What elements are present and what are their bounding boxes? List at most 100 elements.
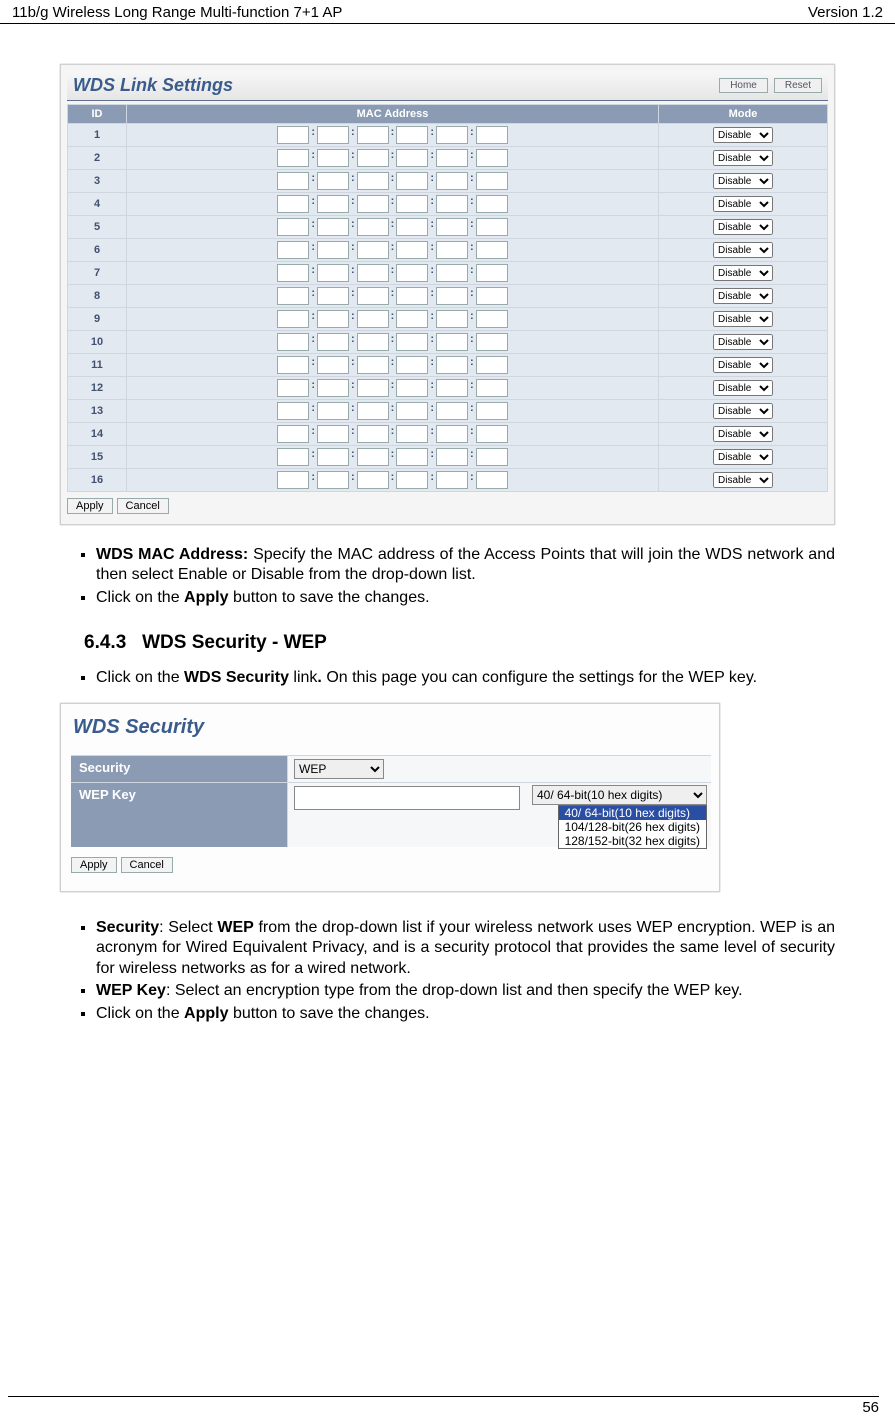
- mac-octet-input[interactable]: [476, 402, 508, 420]
- mac-octet-input[interactable]: [357, 356, 389, 374]
- cancel-button[interactable]: Cancel: [117, 498, 169, 514]
- mac-octet-input[interactable]: [396, 402, 428, 420]
- mac-octet-input[interactable]: [436, 149, 468, 167]
- mac-octet-input[interactable]: [476, 218, 508, 236]
- mac-octet-input[interactable]: [436, 172, 468, 190]
- mac-octet-input[interactable]: [436, 379, 468, 397]
- mode-select[interactable]: Disable: [713, 426, 773, 442]
- mac-octet-input[interactable]: [357, 402, 389, 420]
- mac-octet-input[interactable]: [357, 241, 389, 259]
- mac-octet-input[interactable]: [317, 425, 349, 443]
- mac-octet-input[interactable]: [317, 241, 349, 259]
- mode-select[interactable]: Disable: [713, 288, 773, 304]
- mac-octet-input[interactable]: [317, 379, 349, 397]
- mac-octet-input[interactable]: [317, 402, 349, 420]
- mac-octet-input[interactable]: [476, 172, 508, 190]
- mac-octet-input[interactable]: [277, 471, 309, 489]
- mode-select[interactable]: Disable: [713, 472, 773, 488]
- mac-octet-input[interactable]: [317, 287, 349, 305]
- mode-select[interactable]: Disable: [713, 449, 773, 465]
- mac-octet-input[interactable]: [357, 264, 389, 282]
- mac-octet-input[interactable]: [476, 471, 508, 489]
- wep-type-select[interactable]: 40/ 64-bit(10 hex digits): [532, 785, 707, 805]
- mode-select[interactable]: Disable: [713, 380, 773, 396]
- mac-octet-input[interactable]: [357, 379, 389, 397]
- wep-option[interactable]: 128/152-bit(32 hex digits): [559, 834, 706, 848]
- mac-octet-input[interactable]: [476, 379, 508, 397]
- mac-octet-input[interactable]: [436, 264, 468, 282]
- mac-octet-input[interactable]: [476, 126, 508, 144]
- mode-select[interactable]: Disable: [713, 265, 773, 281]
- mac-octet-input[interactable]: [277, 448, 309, 466]
- mac-octet-input[interactable]: [277, 172, 309, 190]
- mode-select[interactable]: Disable: [713, 242, 773, 258]
- mac-octet-input[interactable]: [277, 218, 309, 236]
- mac-octet-input[interactable]: [277, 287, 309, 305]
- mac-octet-input[interactable]: [357, 310, 389, 328]
- reset-button[interactable]: Reset: [774, 78, 822, 93]
- mac-octet-input[interactable]: [317, 264, 349, 282]
- mac-octet-input[interactable]: [396, 425, 428, 443]
- mac-octet-input[interactable]: [396, 356, 428, 374]
- mac-octet-input[interactable]: [396, 126, 428, 144]
- mac-octet-input[interactable]: [396, 448, 428, 466]
- mac-octet-input[interactable]: [277, 356, 309, 374]
- mac-octet-input[interactable]: [317, 218, 349, 236]
- mac-octet-input[interactable]: [396, 149, 428, 167]
- mac-octet-input[interactable]: [277, 126, 309, 144]
- mac-octet-input[interactable]: [436, 402, 468, 420]
- mac-octet-input[interactable]: [436, 310, 468, 328]
- mac-octet-input[interactable]: [396, 218, 428, 236]
- mac-octet-input[interactable]: [277, 402, 309, 420]
- mac-octet-input[interactable]: [396, 471, 428, 489]
- mac-octet-input[interactable]: [476, 356, 508, 374]
- security-select[interactable]: WEP: [294, 759, 384, 779]
- mac-octet-input[interactable]: [357, 471, 389, 489]
- mac-octet-input[interactable]: [436, 448, 468, 466]
- wep-option[interactable]: 40/ 64-bit(10 hex digits): [559, 806, 706, 820]
- mac-octet-input[interactable]: [277, 149, 309, 167]
- mac-octet-input[interactable]: [277, 333, 309, 351]
- wep-key-input[interactable]: [294, 786, 520, 810]
- mac-octet-input[interactable]: [396, 333, 428, 351]
- mac-octet-input[interactable]: [357, 126, 389, 144]
- mac-octet-input[interactable]: [476, 287, 508, 305]
- apply-button[interactable]: Apply: [71, 857, 117, 873]
- mac-octet-input[interactable]: [396, 287, 428, 305]
- mac-octet-input[interactable]: [317, 310, 349, 328]
- mode-select[interactable]: Disable: [713, 127, 773, 143]
- mac-octet-input[interactable]: [476, 195, 508, 213]
- mac-octet-input[interactable]: [357, 172, 389, 190]
- mac-octet-input[interactable]: [317, 448, 349, 466]
- mode-select[interactable]: Disable: [713, 357, 773, 373]
- mac-octet-input[interactable]: [476, 149, 508, 167]
- mode-select[interactable]: Disable: [713, 311, 773, 327]
- mac-octet-input[interactable]: [317, 471, 349, 489]
- mac-octet-input[interactable]: [317, 195, 349, 213]
- mac-octet-input[interactable]: [277, 425, 309, 443]
- mac-octet-input[interactable]: [317, 149, 349, 167]
- mac-octet-input[interactable]: [357, 218, 389, 236]
- mac-octet-input[interactable]: [436, 333, 468, 351]
- home-button[interactable]: Home: [719, 78, 768, 93]
- mac-octet-input[interactable]: [396, 379, 428, 397]
- mac-octet-input[interactable]: [396, 264, 428, 282]
- mac-octet-input[interactable]: [357, 448, 389, 466]
- mac-octet-input[interactable]: [357, 195, 389, 213]
- mac-octet-input[interactable]: [277, 379, 309, 397]
- mac-octet-input[interactable]: [357, 425, 389, 443]
- mac-octet-input[interactable]: [317, 126, 349, 144]
- mac-octet-input[interactable]: [357, 149, 389, 167]
- mac-octet-input[interactable]: [317, 172, 349, 190]
- mac-octet-input[interactable]: [476, 241, 508, 259]
- mac-octet-input[interactable]: [436, 356, 468, 374]
- mac-octet-input[interactable]: [277, 310, 309, 328]
- mac-octet-input[interactable]: [396, 172, 428, 190]
- mac-octet-input[interactable]: [317, 356, 349, 374]
- mac-octet-input[interactable]: [277, 264, 309, 282]
- mode-select[interactable]: Disable: [713, 403, 773, 419]
- mac-octet-input[interactable]: [476, 264, 508, 282]
- mac-octet-input[interactable]: [476, 425, 508, 443]
- mode-select[interactable]: Disable: [713, 196, 773, 212]
- mac-octet-input[interactable]: [436, 195, 468, 213]
